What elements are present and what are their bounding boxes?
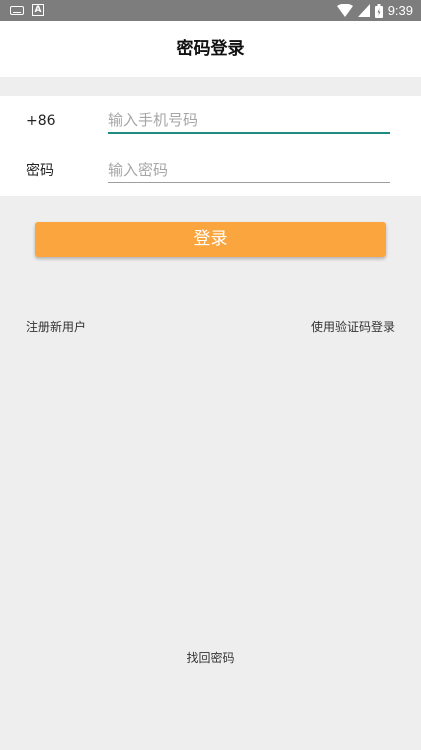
password-input-underline bbox=[108, 182, 390, 183]
status-left-icons: A bbox=[10, 4, 44, 16]
a-icon: A bbox=[32, 4, 44, 16]
login-form: +86 密码 bbox=[0, 96, 421, 196]
battery-icon bbox=[374, 3, 383, 18]
status-right-icons: 9:39 bbox=[336, 2, 413, 19]
password-input[interactable] bbox=[108, 157, 390, 183]
register-link[interactable]: 注册新用户 bbox=[26, 318, 86, 335]
page-title: 密码登录 bbox=[176, 39, 245, 59]
password-row: 密码 bbox=[0, 146, 421, 196]
phone-input-underline bbox=[108, 132, 390, 134]
login-button[interactable]: 登录 bbox=[35, 222, 386, 257]
app-header: 密码登录 bbox=[0, 21, 421, 77]
forgot-password-link[interactable]: 找回密码 bbox=[186, 651, 234, 665]
keyboard-icon bbox=[10, 5, 24, 15]
forgot-password-row: 找回密码 bbox=[0, 649, 421, 666]
status-bar: A 9:39 bbox=[0, 0, 421, 21]
wifi-icon bbox=[336, 4, 353, 17]
password-label: 密码 bbox=[26, 163, 54, 179]
signal-icon bbox=[357, 4, 370, 17]
country-code-label: +86 bbox=[26, 113, 56, 129]
login-screen: A 9:39 密码登录 +86 密码 bbox=[0, 0, 421, 750]
sms-login-link[interactable]: 使用验证码登录 bbox=[311, 318, 395, 335]
phone-input[interactable] bbox=[108, 107, 390, 133]
phone-row: +86 bbox=[0, 96, 421, 146]
status-time: 9:39 bbox=[387, 3, 413, 18]
